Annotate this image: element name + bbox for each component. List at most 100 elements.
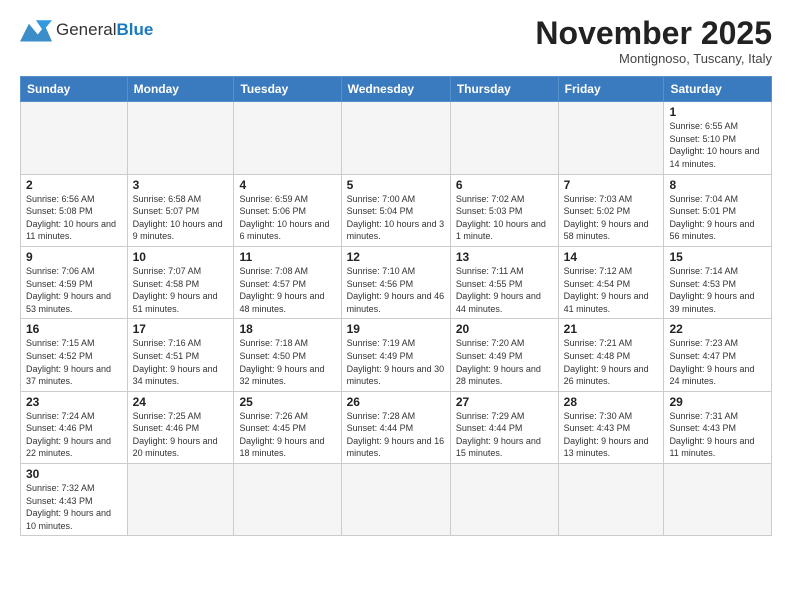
day-number: 15 bbox=[669, 250, 766, 264]
day-number: 25 bbox=[239, 395, 335, 409]
day-info: Sunrise: 7:03 AM Sunset: 5:02 PM Dayligh… bbox=[564, 193, 659, 243]
generalblue-logo-icon bbox=[20, 16, 52, 44]
day-cell bbox=[450, 102, 558, 174]
day-info: Sunrise: 7:10 AM Sunset: 4:56 PM Dayligh… bbox=[347, 265, 445, 315]
day-number: 7 bbox=[564, 178, 659, 192]
day-cell: 1Sunrise: 6:55 AM Sunset: 5:10 PM Daylig… bbox=[664, 102, 772, 174]
day-cell: 20Sunrise: 7:20 AM Sunset: 4:49 PM Dayli… bbox=[450, 319, 558, 391]
day-cell bbox=[450, 464, 558, 536]
day-number: 22 bbox=[669, 322, 766, 336]
day-cell: 2Sunrise: 6:56 AM Sunset: 5:08 PM Daylig… bbox=[21, 174, 128, 246]
day-info: Sunrise: 6:55 AM Sunset: 5:10 PM Dayligh… bbox=[669, 120, 766, 170]
day-cell: 14Sunrise: 7:12 AM Sunset: 4:54 PM Dayli… bbox=[558, 246, 664, 318]
day-info: Sunrise: 7:15 AM Sunset: 4:52 PM Dayligh… bbox=[26, 337, 122, 387]
day-number: 30 bbox=[26, 467, 122, 481]
day-cell bbox=[21, 102, 128, 174]
week-row-4: 16Sunrise: 7:15 AM Sunset: 4:52 PM Dayli… bbox=[21, 319, 772, 391]
calendar: SundayMondayTuesdayWednesdayThursdayFrid… bbox=[20, 76, 772, 536]
day-info: Sunrise: 7:06 AM Sunset: 4:59 PM Dayligh… bbox=[26, 265, 122, 315]
day-number: 13 bbox=[456, 250, 553, 264]
day-header-tuesday: Tuesday bbox=[234, 77, 341, 102]
logo: GeneralBlue bbox=[20, 16, 153, 44]
day-number: 19 bbox=[347, 322, 445, 336]
day-cell: 5Sunrise: 7:00 AM Sunset: 5:04 PM Daylig… bbox=[341, 174, 450, 246]
day-number: 18 bbox=[239, 322, 335, 336]
day-info: Sunrise: 7:31 AM Sunset: 4:43 PM Dayligh… bbox=[669, 410, 766, 460]
day-info: Sunrise: 7:20 AM Sunset: 4:49 PM Dayligh… bbox=[456, 337, 553, 387]
day-cell: 3Sunrise: 6:58 AM Sunset: 5:07 PM Daylig… bbox=[127, 174, 234, 246]
page: GeneralBlue November 2025 Montignoso, Tu… bbox=[0, 0, 792, 612]
day-cell bbox=[558, 102, 664, 174]
day-number: 27 bbox=[456, 395, 553, 409]
day-info: Sunrise: 7:26 AM Sunset: 4:45 PM Dayligh… bbox=[239, 410, 335, 460]
week-row-3: 9Sunrise: 7:06 AM Sunset: 4:59 PM Daylig… bbox=[21, 246, 772, 318]
day-header-wednesday: Wednesday bbox=[341, 77, 450, 102]
day-number: 20 bbox=[456, 322, 553, 336]
day-cell: 4Sunrise: 6:59 AM Sunset: 5:06 PM Daylig… bbox=[234, 174, 341, 246]
day-cell bbox=[127, 102, 234, 174]
day-number: 1 bbox=[669, 105, 766, 119]
day-cell: 24Sunrise: 7:25 AM Sunset: 4:46 PM Dayli… bbox=[127, 391, 234, 463]
day-header-friday: Friday bbox=[558, 77, 664, 102]
logo-blue: Blue bbox=[116, 20, 153, 39]
day-info: Sunrise: 7:18 AM Sunset: 4:50 PM Dayligh… bbox=[239, 337, 335, 387]
day-info: Sunrise: 7:08 AM Sunset: 4:57 PM Dayligh… bbox=[239, 265, 335, 315]
day-header-sunday: Sunday bbox=[21, 77, 128, 102]
day-cell: 23Sunrise: 7:24 AM Sunset: 4:46 PM Dayli… bbox=[21, 391, 128, 463]
day-cell: 15Sunrise: 7:14 AM Sunset: 4:53 PM Dayli… bbox=[664, 246, 772, 318]
logo-text: GeneralBlue bbox=[56, 20, 153, 40]
day-cell: 6Sunrise: 7:02 AM Sunset: 5:03 PM Daylig… bbox=[450, 174, 558, 246]
week-row-5: 23Sunrise: 7:24 AM Sunset: 4:46 PM Dayli… bbox=[21, 391, 772, 463]
day-cell: 7Sunrise: 7:03 AM Sunset: 5:02 PM Daylig… bbox=[558, 174, 664, 246]
day-cell: 18Sunrise: 7:18 AM Sunset: 4:50 PM Dayli… bbox=[234, 319, 341, 391]
week-row-2: 2Sunrise: 6:56 AM Sunset: 5:08 PM Daylig… bbox=[21, 174, 772, 246]
day-number: 12 bbox=[347, 250, 445, 264]
day-cell: 16Sunrise: 7:15 AM Sunset: 4:52 PM Dayli… bbox=[21, 319, 128, 391]
day-info: Sunrise: 7:25 AM Sunset: 4:46 PM Dayligh… bbox=[133, 410, 229, 460]
day-number: 28 bbox=[564, 395, 659, 409]
month-title: November 2025 bbox=[535, 16, 772, 51]
location: Montignoso, Tuscany, Italy bbox=[535, 51, 772, 66]
day-number: 24 bbox=[133, 395, 229, 409]
day-cell: 10Sunrise: 7:07 AM Sunset: 4:58 PM Dayli… bbox=[127, 246, 234, 318]
day-info: Sunrise: 7:28 AM Sunset: 4:44 PM Dayligh… bbox=[347, 410, 445, 460]
day-cell: 22Sunrise: 7:23 AM Sunset: 4:47 PM Dayli… bbox=[664, 319, 772, 391]
day-cell: 30Sunrise: 7:32 AM Sunset: 4:43 PM Dayli… bbox=[21, 464, 128, 536]
title-block: November 2025 Montignoso, Tuscany, Italy bbox=[535, 16, 772, 66]
day-cell: 19Sunrise: 7:19 AM Sunset: 4:49 PM Dayli… bbox=[341, 319, 450, 391]
day-info: Sunrise: 6:59 AM Sunset: 5:06 PM Dayligh… bbox=[239, 193, 335, 243]
day-cell: 12Sunrise: 7:10 AM Sunset: 4:56 PM Dayli… bbox=[341, 246, 450, 318]
day-number: 6 bbox=[456, 178, 553, 192]
day-cell: 17Sunrise: 7:16 AM Sunset: 4:51 PM Dayli… bbox=[127, 319, 234, 391]
logo-general: General bbox=[56, 20, 116, 39]
header: GeneralBlue November 2025 Montignoso, Tu… bbox=[20, 16, 772, 66]
day-number: 9 bbox=[26, 250, 122, 264]
day-number: 5 bbox=[347, 178, 445, 192]
day-number: 14 bbox=[564, 250, 659, 264]
day-cell: 25Sunrise: 7:26 AM Sunset: 4:45 PM Dayli… bbox=[234, 391, 341, 463]
day-info: Sunrise: 7:16 AM Sunset: 4:51 PM Dayligh… bbox=[133, 337, 229, 387]
day-cell bbox=[341, 464, 450, 536]
day-info: Sunrise: 6:56 AM Sunset: 5:08 PM Dayligh… bbox=[26, 193, 122, 243]
day-info: Sunrise: 7:04 AM Sunset: 5:01 PM Dayligh… bbox=[669, 193, 766, 243]
day-cell: 21Sunrise: 7:21 AM Sunset: 4:48 PM Dayli… bbox=[558, 319, 664, 391]
day-info: Sunrise: 7:11 AM Sunset: 4:55 PM Dayligh… bbox=[456, 265, 553, 315]
day-cell bbox=[127, 464, 234, 536]
day-number: 29 bbox=[669, 395, 766, 409]
day-number: 23 bbox=[26, 395, 122, 409]
day-info: Sunrise: 7:21 AM Sunset: 4:48 PM Dayligh… bbox=[564, 337, 659, 387]
day-cell bbox=[664, 464, 772, 536]
day-number: 10 bbox=[133, 250, 229, 264]
day-header-monday: Monday bbox=[127, 77, 234, 102]
day-number: 17 bbox=[133, 322, 229, 336]
day-number: 4 bbox=[239, 178, 335, 192]
day-number: 26 bbox=[347, 395, 445, 409]
day-cell: 29Sunrise: 7:31 AM Sunset: 4:43 PM Dayli… bbox=[664, 391, 772, 463]
day-info: Sunrise: 7:14 AM Sunset: 4:53 PM Dayligh… bbox=[669, 265, 766, 315]
day-header-saturday: Saturday bbox=[664, 77, 772, 102]
day-cell bbox=[234, 102, 341, 174]
day-cell: 26Sunrise: 7:28 AM Sunset: 4:44 PM Dayli… bbox=[341, 391, 450, 463]
day-number: 11 bbox=[239, 250, 335, 264]
day-cell: 11Sunrise: 7:08 AM Sunset: 4:57 PM Dayli… bbox=[234, 246, 341, 318]
day-cell bbox=[558, 464, 664, 536]
